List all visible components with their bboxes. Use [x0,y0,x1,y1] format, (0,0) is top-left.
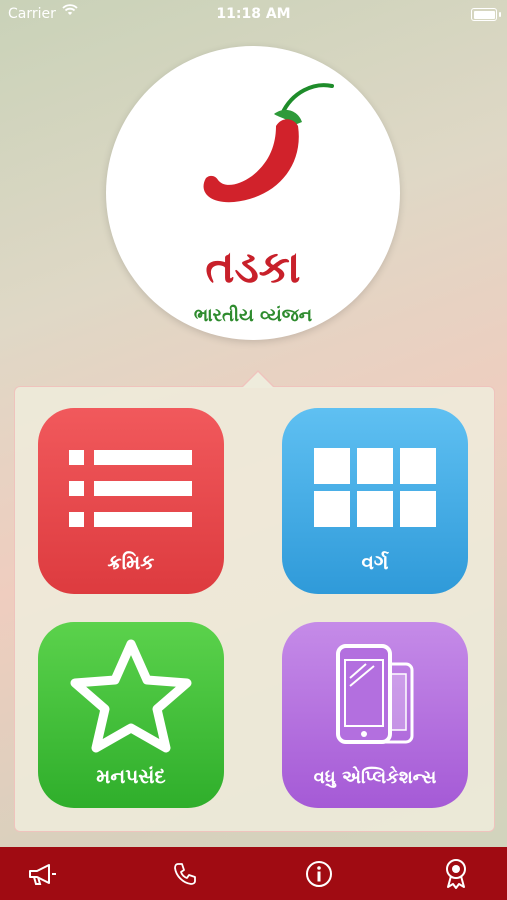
logo-subtitle: ભારતીય વ્યંજન [193,305,313,326]
panel-pointer-fill [242,372,274,388]
tab-info[interactable] [289,847,349,900]
more-apps-label: વધુ એપ્લિકેશન્સ [313,767,437,788]
battery-icon [471,8,501,21]
tab-announcements[interactable] [12,847,72,900]
logo-title: તડકા [205,242,301,293]
clock: 11:18 AM [216,6,291,22]
tab-awards[interactable] [426,847,486,900]
tab-contact[interactable] [155,847,215,900]
more-apps-button[interactable]: વધુ એપ્લિકેશન્સ [282,622,468,808]
info-icon [306,860,332,887]
tab-bar [0,847,507,900]
category-button[interactable]: વર્ગ [282,408,468,594]
sequential-button[interactable]: ક્રમિક [38,408,224,594]
category-label: વર્ગ [361,550,389,574]
status-bar: Carrier 11:18 AM [0,0,507,28]
favorites-button[interactable]: મનપસંદ [38,622,224,808]
chili-icon [203,83,334,203]
favorites-label: મનપસંદ [96,764,166,788]
award-icon [446,858,466,889]
phone-icon [174,862,196,885]
app-logo: તડકા ભારતીય વ્યંજન [106,46,400,340]
sequential-label: ક્રમિક [107,550,155,574]
megaphone-icon [29,863,56,885]
